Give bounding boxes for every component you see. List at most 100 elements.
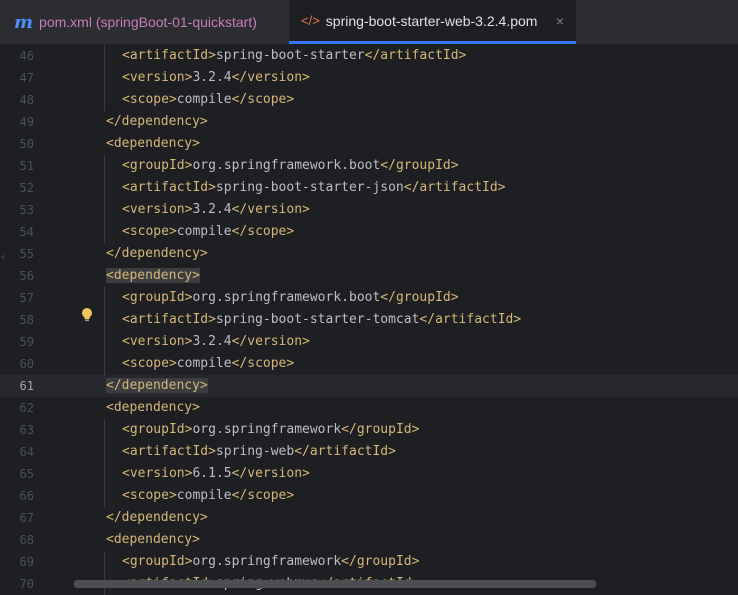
code-line[interactable]: 61 </dependency> (0, 375, 738, 397)
code-line[interactable]: 53 <version>3.2.4</version> (0, 199, 738, 221)
line-number[interactable]: 70 (0, 573, 34, 595)
line-number[interactable]: 66 (0, 485, 34, 507)
line-number[interactable]: 64 (0, 441, 34, 463)
line-number[interactable]: 67 (0, 507, 34, 529)
line-number[interactable]: 52 (0, 177, 34, 199)
xml-value: compile (176, 488, 232, 503)
line-number[interactable]: 50 (0, 133, 34, 155)
code-line[interactable]: 51 <groupId>org.springframework.boot</gro… (0, 155, 738, 177)
code-text: </dependency> (106, 375, 208, 397)
code-text: <groupId>org.springframework</groupId> (122, 551, 419, 573)
horizontal-scrollbar[interactable] (74, 580, 596, 588)
line-number[interactable]: 68 (0, 529, 34, 551)
close-icon[interactable]: × (556, 13, 564, 29)
xml-open-tag: <version> (122, 70, 193, 85)
line-number[interactable]: 60 (0, 353, 34, 375)
code-line[interactable]: 64 <artifactId>spring-web</artifactId> (0, 441, 738, 463)
xml-open-tag: <version> (122, 202, 193, 217)
xml-open-tag: <scope> (122, 224, 177, 239)
code-line[interactable]: 56 <dependency> (0, 265, 738, 287)
xml-tag: </dependency> (106, 114, 208, 129)
tab-pom-xml[interactable]: m pom.xml (springBoot-01-quickstart) (14, 0, 257, 44)
line-number[interactable]: 55 (0, 243, 34, 265)
line-number[interactable]: 54 (0, 221, 34, 243)
line-number[interactable]: 53 (0, 199, 34, 221)
code-text: <scope>compile</scope> (122, 485, 294, 507)
code-line[interactable]: 47 <version>3.2.4</version> (0, 67, 738, 89)
xml-value: org.springframework (192, 422, 342, 437)
code-line[interactable]: 55 </dependency> (0, 243, 738, 265)
code-text: <version>3.2.4</version> (122, 331, 310, 353)
code-line[interactable]: 69 <groupId>org.springframework</groupId> (0, 551, 738, 573)
code-line[interactable]: 68 <dependency> (0, 529, 738, 551)
line-number[interactable]: 46 (0, 45, 34, 67)
indent-guide (104, 287, 105, 375)
code-text: </dependency> (106, 111, 208, 133)
xml-close-tag: </scope> (231, 92, 295, 107)
xml-value: spring-boot-starter-json (215, 180, 404, 195)
indent-guide (104, 551, 105, 595)
line-number[interactable]: 47 (0, 67, 34, 89)
line-number[interactable]: 51 (0, 155, 34, 177)
line-number[interactable]: 49 (0, 111, 34, 133)
code-line[interactable]: 60 <scope>compile</scope> (0, 353, 738, 375)
code-line[interactable]: 66 <scope>compile</scope> (0, 485, 738, 507)
xml-close-tag: </groupId> (380, 290, 459, 305)
xml-open-tag: <artifactId> (122, 48, 216, 63)
line-number[interactable]: 69 (0, 551, 34, 573)
code-line[interactable]: 50 <dependency> (0, 133, 738, 155)
line-number[interactable]: 59 (0, 331, 34, 353)
maven-icon: m (14, 11, 34, 33)
code-line[interactable]: 46 <artifactId>spring-boot-starter</artif… (0, 45, 738, 67)
xml-open-tag: <scope> (122, 92, 177, 107)
code-line[interactable]: 65 <version>6.1.5</version> (0, 463, 738, 485)
xml-value: org.springframework.boot (192, 158, 381, 173)
code-line[interactable]: 59 <version>3.2.4</version> (0, 331, 738, 353)
code-line[interactable]: 62 <dependency> (0, 397, 738, 419)
tab-spring-boot-starter-web-pom[interactable]: </> spring-boot-starter-web-3.2.4.pom × (289, 0, 576, 44)
code-text: <version>3.2.4</version> (122, 67, 310, 89)
xml-open-tag: <version> (122, 466, 193, 481)
xml-close-tag: </scope> (231, 356, 295, 371)
xml-close-tag: </version> (231, 466, 310, 481)
tab-label: pom.xml (springBoot-01-quickstart) (39, 14, 257, 30)
code-line[interactable]: 54 <scope>compile</scope> (0, 221, 738, 243)
xml-close-tag: </artifactId> (403, 180, 506, 195)
xml-close-tag: </groupId> (341, 422, 420, 437)
xml-tag: <dependency> (106, 400, 200, 415)
code-line[interactable]: 63 <groupId>org.springframework</groupId> (0, 419, 738, 441)
xml-close-tag: </artifactId> (419, 312, 522, 327)
xml-tag: </dependency> (106, 246, 208, 261)
xml-close-tag: </version> (231, 334, 310, 349)
code-text: <artifactId>spring-boot-starter</artifac… (122, 45, 466, 67)
line-number[interactable]: 56 (0, 265, 34, 287)
xml-close-tag: </version> (231, 202, 310, 217)
xml-open-tag: <scope> (122, 488, 177, 503)
xml-value: compile (176, 92, 232, 107)
xml-close-tag: </artifactId> (294, 444, 396, 459)
line-number[interactable]: 48 (0, 89, 34, 111)
xml-value: 6.1.5 (192, 466, 232, 481)
code-line[interactable]: 48 <scope>compile</scope> (0, 89, 738, 111)
xml-value: 3.2.4 (192, 334, 232, 349)
line-number[interactable]: 61 (0, 375, 34, 397)
code-line[interactable]: 58 <artifactId>spring-boot-starter-tomcat… (0, 309, 738, 331)
code-line[interactable]: 67 </dependency> (0, 507, 738, 529)
line-number[interactable]: 57 (0, 287, 34, 309)
xml-value: 3.2.4 (192, 70, 232, 85)
line-number[interactable]: 63 (0, 419, 34, 441)
code-line[interactable]: 49 </dependency> (0, 111, 738, 133)
code-text: </dependency> (106, 243, 208, 265)
xml-value: compile (176, 356, 232, 371)
code-editor[interactable]: 46 <artifactId>spring-boot-starter</artif… (0, 45, 738, 595)
code-text: <dependency> (106, 133, 200, 155)
code-line[interactable]: 52 <artifactId>spring-boot-starter-json</… (0, 177, 738, 199)
line-number[interactable]: 65 (0, 463, 34, 485)
xml-open-tag: <artifactId> (122, 444, 216, 459)
lightbulb-icon[interactable] (81, 307, 93, 323)
xml-tag: <dependency> (106, 268, 200, 283)
code-text: <artifactId>spring-boot-starter-json</ar… (122, 177, 506, 199)
line-number[interactable]: 62 (0, 397, 34, 419)
line-number[interactable]: 58 (0, 309, 34, 331)
code-line[interactable]: 57 <groupId>org.springframework.boot</gro… (0, 287, 738, 309)
